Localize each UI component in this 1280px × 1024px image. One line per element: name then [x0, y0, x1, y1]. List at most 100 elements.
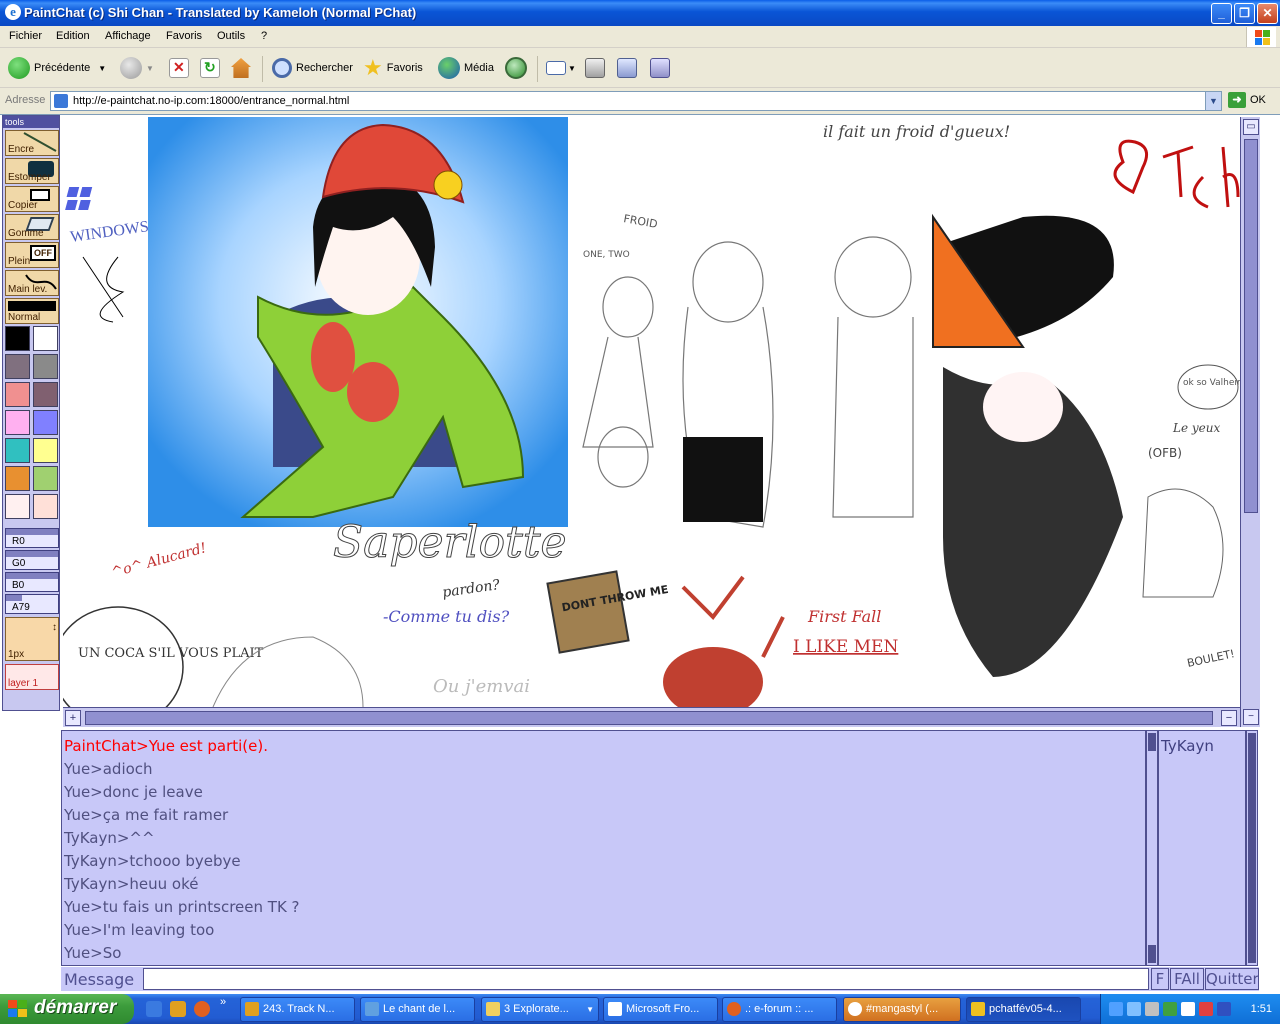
tool-eraser[interactable]: Gomme [5, 214, 59, 240]
forward-dropdown-icon[interactable]: ▼ [146, 64, 154, 73]
history-button[interactable] [505, 56, 531, 80]
forward-button[interactable]: ▼ [120, 56, 154, 80]
firefox-quicklaunch-icon[interactable] [194, 1001, 210, 1017]
layer-selector[interactable]: layer 1 [5, 664, 59, 690]
red-slider[interactable]: R0 [5, 528, 59, 548]
menu-edition[interactable]: Edition [56, 30, 90, 42]
menu-help[interactable]: ? [261, 30, 267, 42]
edit-button[interactable] [617, 56, 637, 80]
refresh-button[interactable]: ↻ [200, 56, 220, 80]
color-swatch[interactable] [33, 466, 58, 491]
back-arrow-icon [8, 57, 30, 79]
back-button[interactable]: Précédente ▼ [8, 56, 106, 80]
close-button[interactable]: ✕ [1257, 3, 1278, 24]
tray-icon[interactable] [1145, 1002, 1159, 1016]
canvas-horizontal-scrollbar[interactable]: + − [63, 707, 1240, 727]
zoom-plus-icon[interactable]: + [65, 710, 81, 726]
minimize-button[interactable]: _ [1211, 3, 1232, 24]
tool-copy[interactable]: Copier [5, 186, 59, 212]
tool-blur[interactable]: Estomper [5, 158, 59, 184]
color-swatch[interactable] [33, 438, 58, 463]
color-swatch[interactable] [33, 382, 58, 407]
le-yeux-text: Le yeux [1172, 421, 1220, 435]
color-swatch[interactable] [5, 466, 30, 491]
color-swatch[interactable] [33, 410, 58, 435]
ie-quicklaunch-icon[interactable] [146, 1001, 162, 1017]
maximize-button[interactable]: ❐ [1234, 3, 1255, 24]
green-slider[interactable]: G0 [5, 550, 59, 570]
alpha-slider[interactable]: A79 [5, 594, 59, 614]
scroll-up-icon[interactable]: ▭ [1243, 119, 1259, 135]
zoom-minus-icon[interactable]: − [1221, 710, 1237, 726]
drawing-canvas[interactable]: WINDOWS il fait un froid d'gueux! FROID … [63, 117, 1240, 707]
quit-button[interactable]: Quitter [1205, 968, 1259, 990]
font-all-button[interactable]: FAll [1170, 968, 1204, 990]
shield-icon[interactable] [1217, 1002, 1231, 1016]
user-list-scrollbar[interactable] [1246, 730, 1258, 966]
mail-button[interactable]: ▼ [546, 56, 576, 80]
task-button[interactable]: .: e-forum :: ... [722, 997, 837, 1022]
print-button[interactable] [585, 56, 605, 80]
horizontal-scroll-thumb[interactable] [85, 711, 1213, 725]
task-button-active[interactable]: pchatfév05-4... [966, 997, 1081, 1022]
color-swatch[interactable] [5, 494, 30, 519]
menu-fichier[interactable]: Fichier [9, 30, 42, 42]
task-button-group[interactable]: 3 Explorate... ▼ [481, 997, 599, 1022]
tray-icon[interactable] [1163, 1002, 1177, 1016]
menu-outils[interactable]: Outils [217, 30, 245, 42]
color-swatch[interactable] [5, 438, 30, 463]
media-button[interactable]: Média [438, 56, 494, 80]
address-field[interactable]: http://e-paintchat.no-ip.com:18000/entra… [50, 91, 1222, 111]
chat-log[interactable]: PaintChat>Yue est parti(e). Yue>adioch Yue… [61, 730, 1146, 966]
color-swatch[interactable] [5, 354, 30, 379]
chat-scroll-thumb-bottom[interactable] [1148, 945, 1156, 963]
menu-affichage[interactable]: Affichage [105, 30, 151, 42]
color-swatch[interactable] [33, 354, 58, 379]
color-swatch-black[interactable] [5, 326, 30, 351]
user-scroll-thumb[interactable] [1248, 733, 1256, 963]
tool-ink[interactable]: Encre [5, 130, 59, 156]
canvas-vertical-scrollbar[interactable]: ▭ − [1240, 117, 1260, 727]
color-swatch[interactable] [5, 382, 30, 407]
discuss-button[interactable] [650, 56, 670, 80]
pen-size-selector[interactable]: ↕ 1px [5, 617, 59, 661]
black-skirt [683, 437, 763, 522]
favorites-button[interactable]: ★ Favoris [363, 56, 423, 80]
go-button[interactable]: ➜ OK [1228, 92, 1266, 108]
quicklaunch-expand-icon[interactable]: » [220, 996, 226, 1008]
color-swatch[interactable] [33, 494, 58, 519]
start-button[interactable]: démarrer [0, 994, 134, 1024]
address-url[interactable]: http://e-paintchat.no-ip.com:18000/entra… [73, 95, 349, 107]
message-input[interactable] [143, 968, 1149, 990]
chat-scrollbar[interactable] [1146, 730, 1158, 966]
winamp-quicklaunch-icon[interactable] [170, 1001, 186, 1017]
volume-icon[interactable] [1181, 1002, 1195, 1016]
mode-selector[interactable]: Normal [5, 298, 59, 324]
chat-scroll-thumb[interactable] [1148, 733, 1156, 751]
clock[interactable]: 1:51 [1251, 1003, 1272, 1015]
stop-button[interactable]: ✕ [169, 56, 189, 80]
mail-dropdown-icon[interactable]: ▼ [568, 64, 576, 73]
home-button[interactable] [231, 56, 251, 80]
search-button[interactable]: Rechercher [272, 56, 353, 80]
task-button[interactable]: 243. Track N... [240, 997, 355, 1022]
address-dropdown-icon[interactable]: ▼ [1205, 92, 1221, 110]
task-button[interactable]: Microsoft Fro... [603, 997, 718, 1022]
tool-fill[interactable]: OFF Plein [5, 242, 59, 268]
blue-slider[interactable]: B0 [5, 572, 59, 592]
network-icon[interactable] [1109, 1002, 1123, 1016]
user-name[interactable]: TyKayn [1161, 737, 1214, 755]
task-button[interactable]: Le chant de l... [360, 997, 475, 1022]
font-button[interactable]: F [1151, 968, 1169, 990]
back-dropdown-icon[interactable]: ▼ [98, 64, 106, 73]
color-swatch-white[interactable] [33, 326, 58, 351]
creature-spikes [681, 575, 785, 658]
tool-freehand[interactable]: Main lev. [5, 270, 59, 296]
menu-favoris[interactable]: Favoris [166, 30, 202, 42]
scroll-minus-icon[interactable]: − [1243, 709, 1259, 725]
vertical-scroll-thumb[interactable] [1244, 139, 1258, 513]
messenger-icon[interactable] [1127, 1002, 1141, 1016]
task-button-flashing[interactable]: #mangastyl (... [843, 997, 961, 1022]
color-swatch[interactable] [5, 410, 30, 435]
antivirus-icon[interactable] [1199, 1002, 1213, 1016]
